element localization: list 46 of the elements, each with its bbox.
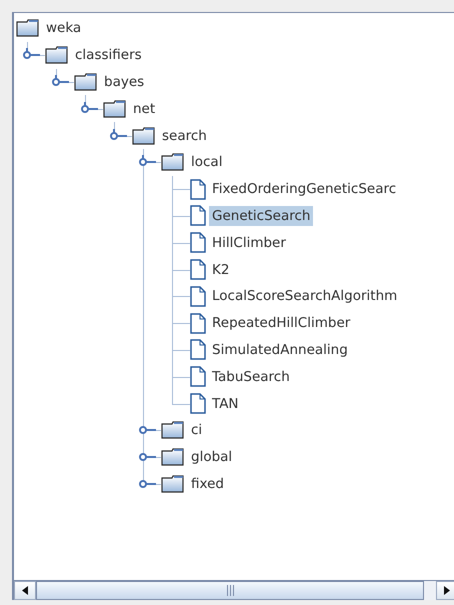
document-icon xyxy=(190,366,206,388)
horizontal-scrollbar[interactable] xyxy=(14,580,454,600)
folder-icon xyxy=(45,46,69,64)
left-arrow-icon xyxy=(22,586,28,595)
document-icon xyxy=(190,286,206,307)
tree-item[interactable]: HillClimber xyxy=(209,232,289,253)
expanded-handle-icon[interactable] xyxy=(109,128,127,143)
document-icon xyxy=(190,312,206,334)
tree-item[interactable]: ci xyxy=(188,420,206,440)
folder-icon xyxy=(103,100,127,118)
grip-icon xyxy=(226,585,234,596)
document-icon xyxy=(190,232,206,254)
scrollbar-thumb[interactable] xyxy=(36,581,424,600)
folder-icon xyxy=(16,19,40,38)
document-icon xyxy=(190,205,206,226)
tree-item[interactable]: search xyxy=(159,126,210,146)
tree-item[interactable]: LocalScoreSearchAlgorithm xyxy=(209,286,400,306)
tree-item[interactable]: TabuSearch xyxy=(209,366,293,387)
tree-item[interactable]: bayes xyxy=(101,72,148,92)
scroll-left-button[interactable] xyxy=(14,581,36,600)
tree-item[interactable]: fixed xyxy=(188,474,227,494)
tree-item[interactable]: local xyxy=(188,152,226,172)
folder-icon xyxy=(74,72,98,91)
folder-icon xyxy=(161,448,185,466)
tree-item[interactable]: GeneticSearch xyxy=(209,206,314,226)
tree-item[interactable]: FixedOrderingGeneticSearc xyxy=(209,179,400,200)
tree-item[interactable]: TAN xyxy=(209,394,242,414)
tree-item[interactable]: SimulatedAnnealing xyxy=(209,340,351,360)
folder-icon xyxy=(161,153,185,172)
folder-icon xyxy=(132,126,156,145)
tree-item[interactable]: weka xyxy=(43,18,84,38)
document-icon xyxy=(190,178,206,200)
right-arrow-icon xyxy=(444,586,450,595)
folder-icon xyxy=(161,474,185,493)
tree-item[interactable]: K2 xyxy=(209,260,232,280)
tree-item[interactable]: RepeatedHillClimber xyxy=(209,313,354,334)
expanded-handle-icon[interactable] xyxy=(51,74,69,89)
document-icon xyxy=(190,393,206,414)
tree-item[interactable]: classifiers xyxy=(72,45,145,66)
document-icon xyxy=(190,259,206,280)
document-icon xyxy=(190,339,206,360)
tree-item[interactable]: net xyxy=(130,98,158,119)
tree-item[interactable]: global xyxy=(188,447,236,468)
scroll-right-button[interactable] xyxy=(436,581,454,600)
expanded-handle-icon[interactable] xyxy=(80,102,98,116)
folder-icon xyxy=(161,421,185,440)
